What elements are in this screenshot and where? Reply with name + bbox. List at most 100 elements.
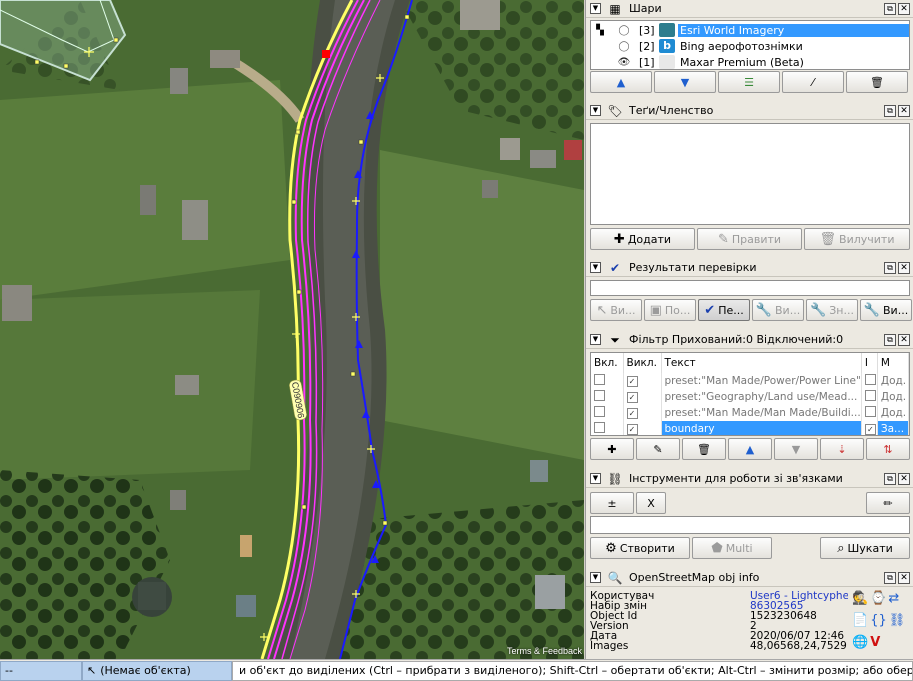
move-up-button[interactable]: ▲ (590, 71, 652, 93)
map-canvas[interactable]: C090906 (0, 0, 584, 659)
collapse-toggle-icon[interactable]: ▼ (590, 105, 601, 116)
share-icon[interactable]: ⇄ (888, 591, 899, 611)
enable-checkbox[interactable] (591, 373, 624, 389)
column-header[interactable]: Викл. (623, 353, 662, 373)
layer-name[interactable]: Maxar Premium (Beta) (678, 56, 909, 69)
column-header[interactable]: M (877, 353, 909, 373)
table-row[interactable]: ✓ preset:"Geography/Land use/Mead... Дод… (591, 389, 909, 405)
enable-checkbox[interactable] (591, 389, 624, 405)
delete-tag-button[interactable]: 🗑 Вилучити (804, 228, 910, 250)
status-bar: -- ↖ (Немає об'єкта) и об'єкт до виділен… (0, 659, 913, 681)
inverse-checkbox[interactable] (861, 389, 878, 405)
visibility-off-icon[interactable]: ◯ (609, 41, 639, 52)
detach-icon[interactable]: ⧉ (884, 261, 896, 274)
table-row[interactable]: ✓ preset:"Man Made/Power/Power Line" Дод… (591, 373, 909, 389)
spy-icon[interactable]: 🕵 (852, 591, 868, 611)
filter-panel-title: Фільтр Прихований:0 Відключений:0 (629, 333, 844, 346)
collapse-toggle-icon[interactable]: ▼ (590, 334, 601, 345)
close-icon[interactable]: ✕ (898, 472, 910, 485)
column-header[interactable]: I (861, 353, 878, 373)
close-icon[interactable]: ✕ (898, 261, 910, 274)
detach-icon[interactable]: ⧉ (884, 333, 896, 346)
delete-layer-button[interactable]: 🗑 (846, 71, 908, 93)
table-row[interactable]: ✓ boundary ✓ За... (591, 421, 909, 435)
validator-settings-button[interactable]: 🔧 Ви... (860, 299, 912, 321)
delete-filter-button[interactable]: 🗑 (682, 438, 726, 460)
visibility-on-icon[interactable]: 👁 (609, 57, 639, 68)
close-icon[interactable]: ✕ (898, 571, 910, 584)
document-icon[interactable]: 📄 (852, 613, 868, 633)
filter-table[interactable]: Вкл. Викл. Текст I M ✓ preset:"Man Made/… (590, 352, 910, 436)
detach-icon[interactable]: ⧉ (884, 2, 896, 15)
hide-checkbox[interactable]: ✓ (623, 389, 662, 405)
add-tag-button[interactable]: ✚ Додати (590, 228, 695, 250)
layer-row[interactable]: ▚ ◯ [3] Esri World Imagery (591, 22, 909, 38)
tags-panel: ▼ 🏷 Теґи/Членство ⧉ ✕ ✚ Додати ✎ Правити 🗑… (586, 102, 913, 254)
edit-relation-button[interactable]: ✏ (866, 492, 910, 514)
enable-checkbox[interactable] (591, 421, 624, 435)
fix-button[interactable]: 🔧 Ви... (752, 299, 804, 321)
changeset-link[interactable]: 86302565 (750, 601, 848, 611)
move-filter-up-button[interactable]: ▲ (728, 438, 772, 460)
validate-button[interactable]: ✔ Пе... (698, 299, 750, 321)
link-icon[interactable]: ⛓ (889, 613, 906, 633)
move-filter-down-button[interactable]: ▼ (774, 438, 818, 460)
sort-filter-button[interactable]: ⇣ (820, 438, 864, 460)
detach-icon[interactable]: ⧉ (884, 104, 896, 117)
map-view[interactable]: C090906 Terms & Feedback (0, 0, 584, 659)
select-errors-button[interactable]: ↖ Ви... (590, 299, 642, 321)
layer-name[interactable]: Bing аерофотознімки (678, 40, 909, 53)
multipolygon-button[interactable]: ⬟ Multi (692, 537, 772, 559)
edit-filter-button[interactable]: ✎ (636, 438, 680, 460)
hide-checkbox[interactable]: ✓ (623, 421, 662, 435)
inverse-checkbox[interactable] (861, 373, 878, 389)
layer-row[interactable]: ◯ [2] b Bing аерофотознімки (591, 38, 909, 54)
map-attribution[interactable]: Terms & Feedback (507, 646, 582, 656)
detach-icon[interactable]: ⧉ (884, 571, 896, 584)
wand-icon: ⁄ (812, 75, 814, 89)
arrow-up-icon: ▲ (745, 442, 755, 456)
collapse-toggle-icon[interactable]: ▼ (590, 473, 601, 484)
globe-icon[interactable]: 🌐 (852, 635, 868, 655)
column-header[interactable]: Текст (661, 353, 862, 373)
validation-results-list[interactable] (590, 280, 910, 296)
close-icon[interactable]: ✕ (898, 2, 910, 15)
inverse-checkbox[interactable] (861, 405, 878, 421)
table-row[interactable]: ✓ preset:"Man Made/Man Made/Buildi... До… (591, 405, 909, 421)
collapse-toggle-icon[interactable]: ▼ (590, 3, 601, 14)
layers-list[interactable]: ▚ ◯ [3] Esri World Imagery ◯ [2] b Bing … (590, 20, 910, 70)
zoom-errors-button[interactable]: ▣ По... (644, 299, 696, 321)
reverse-filter-button[interactable]: ⇅ (866, 438, 910, 460)
column-header[interactable]: Вкл. (591, 353, 624, 373)
brackets-icon[interactable]: {} (870, 613, 887, 633)
edit-tag-button[interactable]: ✎ Правити (697, 228, 802, 250)
inverse-checkbox[interactable]: ✓ (861, 421, 878, 435)
ignore-button[interactable]: 🔧 Зн... (806, 299, 858, 321)
activate-layer-button[interactable]: ☰ (718, 71, 780, 93)
osm-info-panel-title: OpenStreetMap obj info (629, 571, 760, 584)
relation-input[interactable] (590, 516, 910, 534)
tags-list[interactable] (590, 123, 910, 225)
hide-checkbox[interactable]: ✓ (623, 405, 662, 421)
hide-checkbox[interactable]: ✓ (623, 373, 662, 389)
close-icon[interactable]: ✕ (898, 333, 910, 346)
detach-icon[interactable]: ⧉ (884, 472, 896, 485)
toggle-member-button[interactable]: ± (590, 492, 634, 514)
plus-icon: ✚ (607, 442, 617, 456)
visibility-button[interactable]: ⁄ (782, 71, 844, 93)
search-relation-button[interactable]: ⌕ Шукати (820, 537, 910, 559)
close-icon[interactable]: ✕ (898, 104, 910, 117)
remove-member-button[interactable]: X (636, 492, 666, 514)
collapse-toggle-icon[interactable]: ▼ (590, 572, 601, 583)
history-icon[interactable]: ⌚ (870, 591, 886, 611)
layer-row[interactable]: 👁 [1] Maxar Premium (Beta) (591, 54, 909, 70)
layer-name[interactable]: Esri World Imagery (678, 23, 909, 37)
add-filter-button[interactable]: ✚ (590, 438, 634, 460)
user-link[interactable]: User6 - Lightcyphers (750, 591, 848, 601)
create-relation-button[interactable]: ⚙ Створити (590, 537, 690, 559)
collapse-toggle-icon[interactable]: ▼ (590, 262, 601, 273)
enable-checkbox[interactable] (591, 405, 624, 421)
move-down-button[interactable]: ▼ (654, 71, 716, 93)
collapse-red-icon[interactable]: V (870, 635, 880, 655)
visibility-off-icon[interactable]: ◯ (609, 25, 639, 36)
